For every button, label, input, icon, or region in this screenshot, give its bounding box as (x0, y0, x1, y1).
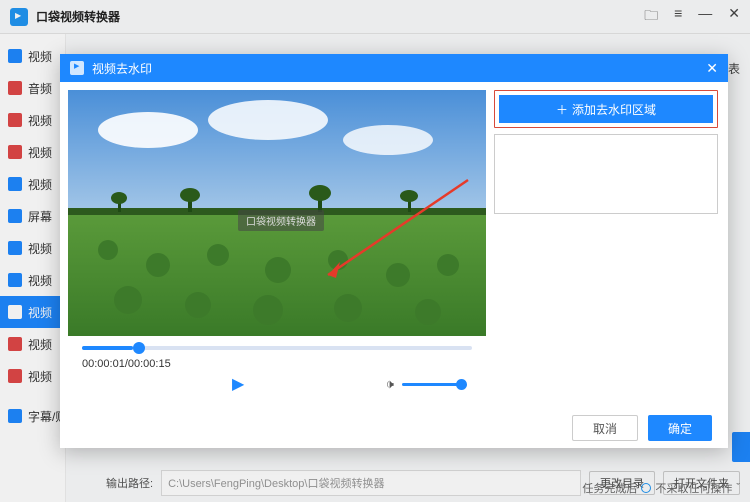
cancel-button[interactable]: 取消 (572, 415, 638, 441)
time-display: 00:00:01/00:00:15 (82, 358, 472, 370)
video-preview[interactable]: 口袋视频转换器 (68, 90, 486, 336)
watermark-modal: 视频去水印 ✕ (60, 54, 728, 448)
seek-thumb[interactable] (133, 342, 145, 354)
watermark-overlay: 口袋视频转换器 (238, 210, 324, 231)
volume-slider[interactable] (402, 383, 462, 386)
play-button[interactable]: ▶ (232, 374, 244, 394)
ok-button[interactable]: 确定 (648, 415, 712, 441)
modal-header: 视频去水印 ✕ (60, 54, 728, 82)
plus-icon: ＋ (556, 101, 568, 118)
volume-thumb[interactable] (456, 379, 467, 390)
seek-bar[interactable] (82, 346, 472, 350)
add-region-highlight: ＋添加去水印区域 (494, 90, 718, 128)
close-icon[interactable]: ✕ (706, 60, 718, 77)
volume-icon[interactable]: 🕩 (386, 376, 394, 392)
seek-fill (82, 346, 133, 350)
region-list (494, 134, 718, 214)
add-region-button[interactable]: ＋添加去水印区域 (499, 95, 713, 123)
modal-title: 视频去水印 (92, 60, 152, 77)
modal-icon (70, 61, 84, 75)
